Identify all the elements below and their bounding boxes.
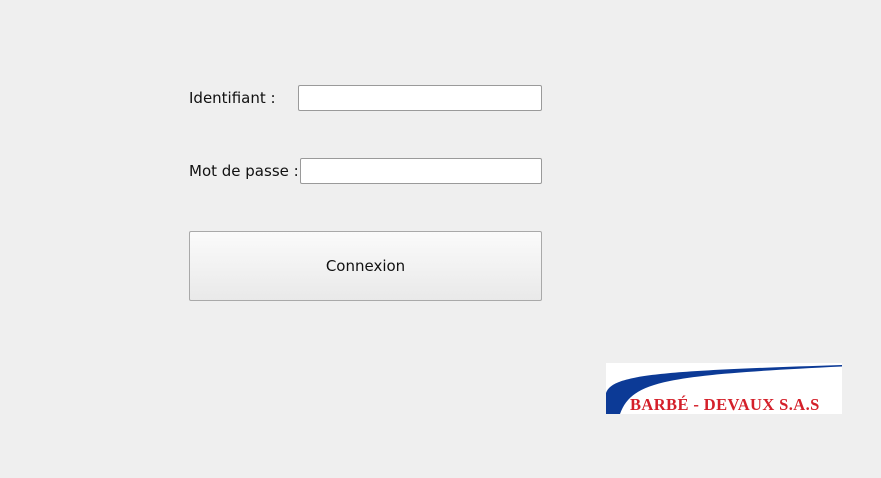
company-logo: BARBÉ - DEVAUX S.A.S: [606, 363, 842, 414]
password-label: Mot de passe :: [189, 162, 299, 180]
username-input[interactable]: [298, 85, 542, 111]
password-input[interactable]: [300, 158, 542, 184]
login-button[interactable]: Connexion: [189, 231, 542, 301]
username-label: Identifiant :: [189, 89, 276, 107]
company-name: BARBÉ - DEVAUX S.A.S: [630, 395, 820, 414]
